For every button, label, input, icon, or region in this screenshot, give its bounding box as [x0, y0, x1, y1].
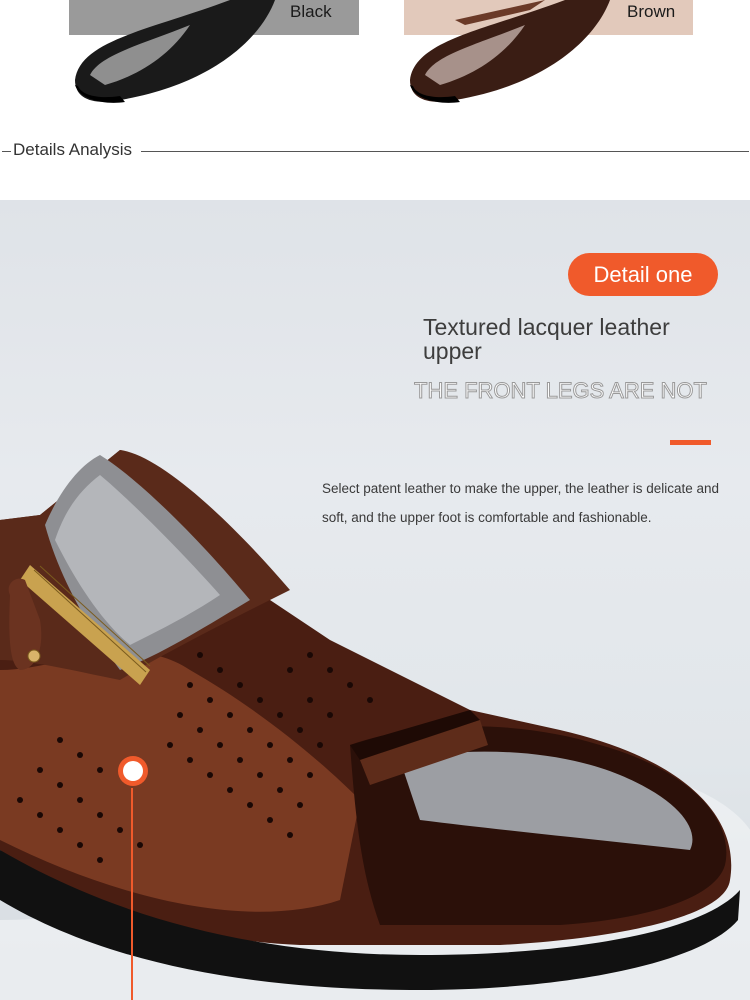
detail-description: Select patent leather to make the upper,… [322, 481, 720, 525]
accent-bar [670, 440, 711, 445]
color-options-section: Black Brown Details Analysis [0, 0, 750, 200]
divider-line-right [141, 151, 749, 152]
section-divider: Details Analysis [0, 138, 750, 162]
black-swatch-label: Black [290, 2, 332, 21]
detail-badge: Detail one [568, 253, 718, 296]
brown-swatch-label: Brown [627, 2, 676, 21]
detail-panel: Detail one Textured lacquer leather uppe… [0, 200, 750, 1000]
detail-headline: Textured lacquer leather upper [423, 314, 670, 364]
hotspot-marker-icon [118, 756, 148, 786]
section-title: Details Analysis [13, 140, 133, 159]
divider-line-left [2, 151, 11, 152]
detail-subhead: THE FRONT LEGS ARE NOT [414, 378, 708, 404]
hotspot-pointer-line [131, 788, 133, 1000]
